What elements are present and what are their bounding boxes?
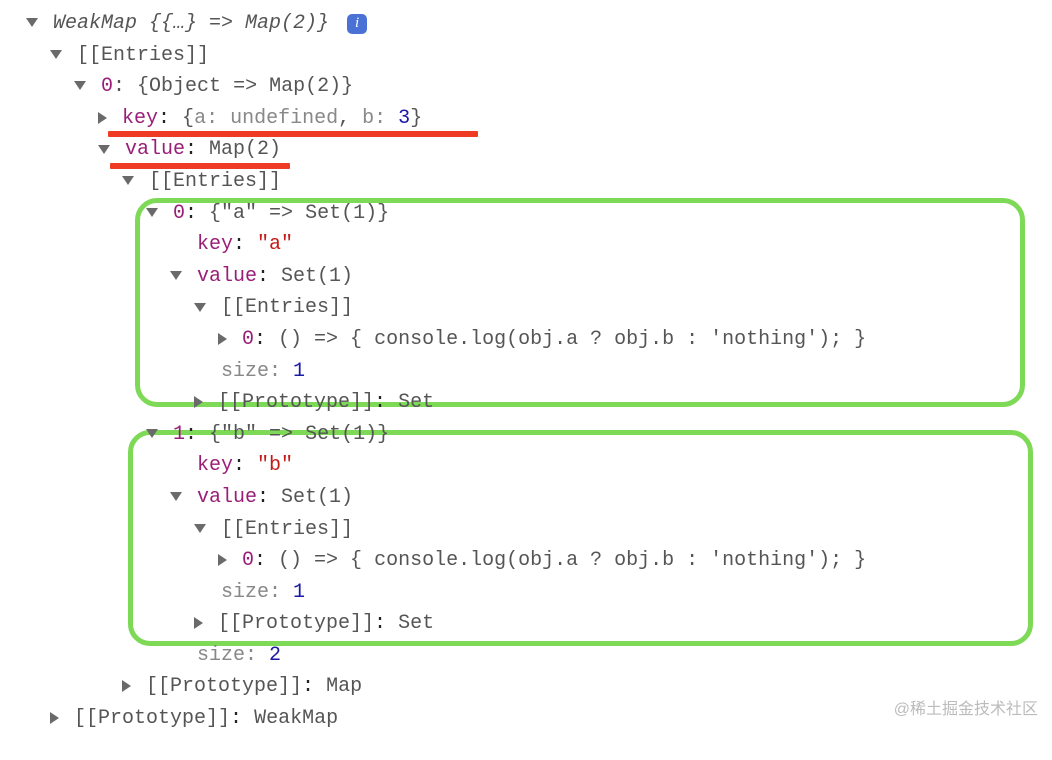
expand-toggle-icon[interactable] — [26, 18, 38, 27]
inner-b-entries-row[interactable]: [[Entries]] — [8, 514, 1052, 546]
key-value: "a" — [257, 233, 293, 256]
function-body: () => { console.log(obj.a ? obj.b : 'not… — [278, 549, 866, 572]
value-label: value — [197, 265, 257, 288]
expand-toggle-icon[interactable] — [98, 112, 107, 124]
value-summary: Set(1) — [281, 265, 353, 288]
entries-label: [[Entries]] — [149, 170, 281, 193]
inner-b-prototype-row[interactable]: [[Prototype]]: Set — [8, 608, 1052, 640]
expand-toggle-icon[interactable] — [74, 81, 86, 90]
inner-a-set-entry-row[interactable]: 0: () => { console.log(obj.a ? obj.b : '… — [8, 324, 1052, 356]
weakmap-summary: WeakMap {{…} => Map(2)} — [53, 12, 329, 35]
entry-0-key-row[interactable]: key: {a: undefined, b: 3} — [8, 103, 1052, 135]
prototype-value: Set — [398, 612, 434, 635]
expand-toggle-icon[interactable] — [194, 617, 203, 629]
expand-toggle-icon[interactable] — [146, 429, 158, 438]
entries-row[interactable]: [[Entries]] — [8, 40, 1052, 72]
prototype-label: [[Prototype]] — [146, 675, 302, 698]
prototype-label: [[Prototype]] — [218, 391, 374, 414]
entry-summary: {"a" => Set(1)} — [209, 202, 389, 225]
inner-b-key-row: key: "b" — [8, 450, 1052, 482]
info-icon[interactable]: i — [347, 14, 367, 34]
entry-index: 0 — [242, 549, 254, 572]
prototype-value: Map — [326, 675, 362, 698]
value-label: value — [125, 138, 185, 161]
expand-toggle-icon[interactable] — [122, 176, 134, 185]
prototype-label: [[Prototype]] — [218, 612, 374, 635]
value-label: value — [197, 486, 257, 509]
expand-toggle-icon[interactable] — [50, 50, 62, 59]
map-size-row: size: 2 — [8, 640, 1052, 672]
prototype-value: WeakMap — [254, 707, 338, 730]
entry-index: 0 — [173, 202, 185, 225]
entries-label: [[Entries]] — [77, 44, 209, 67]
entry-index: 0 — [101, 75, 113, 98]
size-value: 1 — [293, 581, 305, 604]
entry-summary: {Object => Map(2)} — [137, 75, 353, 98]
value-summary: Set(1) — [281, 486, 353, 509]
expand-toggle-icon[interactable] — [170, 492, 182, 501]
expand-toggle-icon[interactable] — [122, 680, 131, 692]
expand-toggle-icon[interactable] — [98, 145, 110, 154]
expand-toggle-icon[interactable] — [194, 303, 206, 312]
entry-0-row[interactable]: 0: {Object => Map(2)} — [8, 71, 1052, 103]
expand-toggle-icon[interactable] — [50, 712, 59, 724]
expand-toggle-icon[interactable] — [146, 208, 158, 217]
function-body: () => { console.log(obj.a ? obj.b : 'not… — [278, 328, 866, 351]
weakmap-header-row[interactable]: WeakMap {{…} => Map(2)} i — [8, 8, 1052, 40]
key-label: key — [122, 107, 158, 130]
inner-b-value-row[interactable]: value: Set(1) — [8, 482, 1052, 514]
size-label: size — [197, 644, 245, 667]
key-a-value: undefined — [230, 107, 338, 130]
entries-label: [[Entries]] — [221, 518, 353, 541]
prototype-value: Set — [398, 391, 434, 414]
inner-entry-a-row[interactable]: 0: {"a" => Set(1)} — [8, 198, 1052, 230]
expand-toggle-icon[interactable] — [218, 554, 227, 566]
prototype-label: [[Prototype]] — [74, 707, 230, 730]
expand-toggle-icon[interactable] — [194, 524, 206, 533]
entry-0-value-row[interactable]: value: Map(2) — [8, 134, 1052, 166]
expand-toggle-icon[interactable] — [194, 396, 203, 408]
inner-entry-b-row[interactable]: 1: {"b" => Set(1)} — [8, 419, 1052, 451]
size-label: size — [221, 360, 269, 383]
size-value: 2 — [269, 644, 281, 667]
entry-summary: {"b" => Set(1)} — [209, 423, 389, 446]
expand-toggle-icon[interactable] — [218, 333, 227, 345]
inner-a-prototype-row[interactable]: [[Prototype]]: Set — [8, 387, 1052, 419]
key-value: "b" — [257, 454, 293, 477]
inner-a-key-row: key: "a" — [8, 229, 1052, 261]
brace-open: { — [182, 107, 194, 130]
entry-index: 0 — [242, 328, 254, 351]
key-label: key — [197, 454, 233, 477]
key-a-name: a — [194, 107, 206, 130]
expand-toggle-icon[interactable] — [170, 271, 182, 280]
inner-b-size-row: size: 1 — [8, 577, 1052, 609]
inner-entries-row[interactable]: [[Entries]] — [8, 166, 1052, 198]
inner-a-size-row: size: 1 — [8, 356, 1052, 388]
key-b-value: 3 — [398, 107, 410, 130]
entries-label: [[Entries]] — [221, 296, 353, 319]
inner-b-set-entry-row[interactable]: 0: () => { console.log(obj.a ? obj.b : '… — [8, 545, 1052, 577]
key-b-name: b — [362, 107, 374, 130]
entry-index: 1 — [173, 423, 185, 446]
value-summary: Map(2) — [209, 138, 281, 161]
brace-close: } — [410, 107, 422, 130]
inner-a-entries-row[interactable]: [[Entries]] — [8, 292, 1052, 324]
size-value: 1 — [293, 360, 305, 383]
key-label: key — [197, 233, 233, 256]
watermark: @稀土掘金技术社区 — [894, 697, 1038, 722]
inner-a-value-row[interactable]: value: Set(1) — [8, 261, 1052, 293]
size-label: size — [221, 581, 269, 604]
